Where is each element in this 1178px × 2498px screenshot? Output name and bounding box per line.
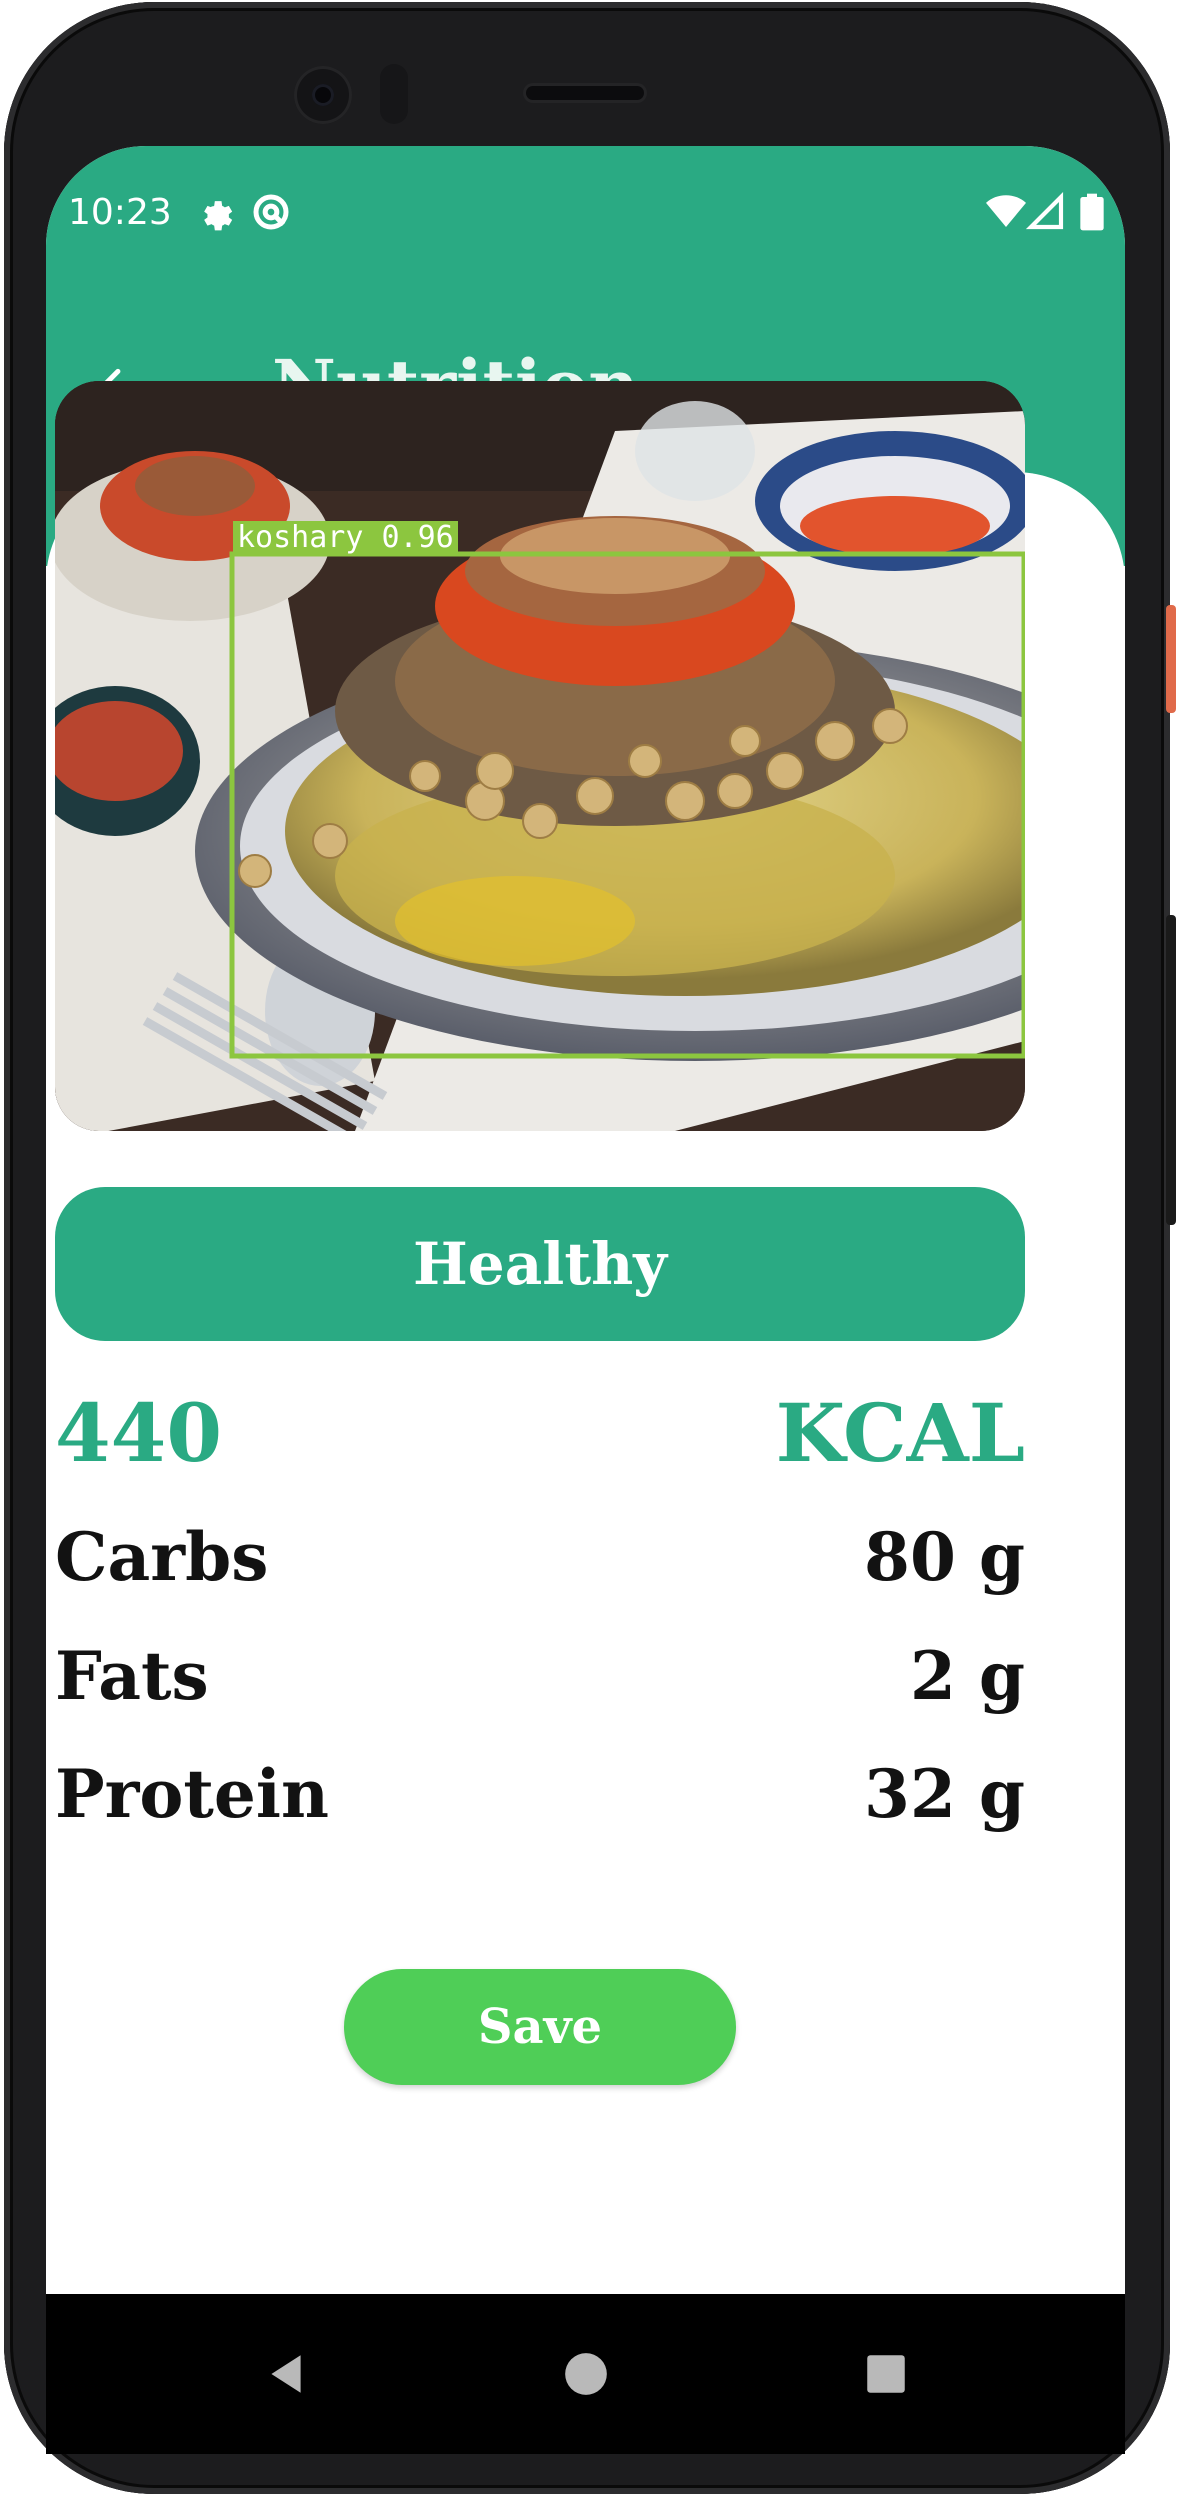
carbs-row: Carbs 80 g [55,1518,1025,1596]
healthy-button[interactable]: Healthy [55,1187,1025,1341]
nav-home-button[interactable] [546,2334,626,2414]
status-bar: 10:23 [46,186,1125,236]
nav-recents-button[interactable] [846,2334,926,2414]
carbs-value: 80 g [864,1518,1025,1596]
protein-row: Protein 32 g [55,1755,1025,1833]
calories-value: 440 [55,1386,222,1480]
recents-square-icon [867,2355,905,2393]
carbs-label: Carbs [55,1518,269,1596]
power-button [1166,605,1176,713]
nav-back-button[interactable] [246,2334,326,2414]
fats-row: Fats 2 g [55,1637,1025,1715]
protein-value: 32 g [864,1755,1025,1833]
food-photo [55,381,1025,1131]
calories-row: 440 KCAL [55,1386,1025,1480]
earpiece-speaker [526,86,644,100]
gear-icon [204,201,233,231]
proximity-sensor [380,64,408,124]
food-image: koshary 0.96 [55,381,1025,1131]
fats-label: Fats [55,1637,209,1715]
fats-value: 2 g [909,1637,1025,1715]
calories-unit: KCAL [775,1386,1025,1480]
save-button[interactable]: Save [344,1969,736,2085]
volume-button [1166,915,1176,1225]
battery-icon [1080,193,1104,231]
system-nav-bar [46,2294,1125,2454]
front-camera [294,66,352,124]
wifi-icon [986,195,1026,227]
protein-label: Protein [55,1755,329,1833]
home-circle-icon [565,2353,607,2395]
detection-label: koshary 0.96 [233,521,458,555]
healthy-button-label: Healthy [413,1230,667,1298]
signal-icon [1026,192,1064,230]
back-triangle-icon [271,2355,301,2393]
status-time: 10:23 [68,192,172,233]
sync-icon [253,194,289,230]
save-button-label: Save [477,1999,603,2055]
